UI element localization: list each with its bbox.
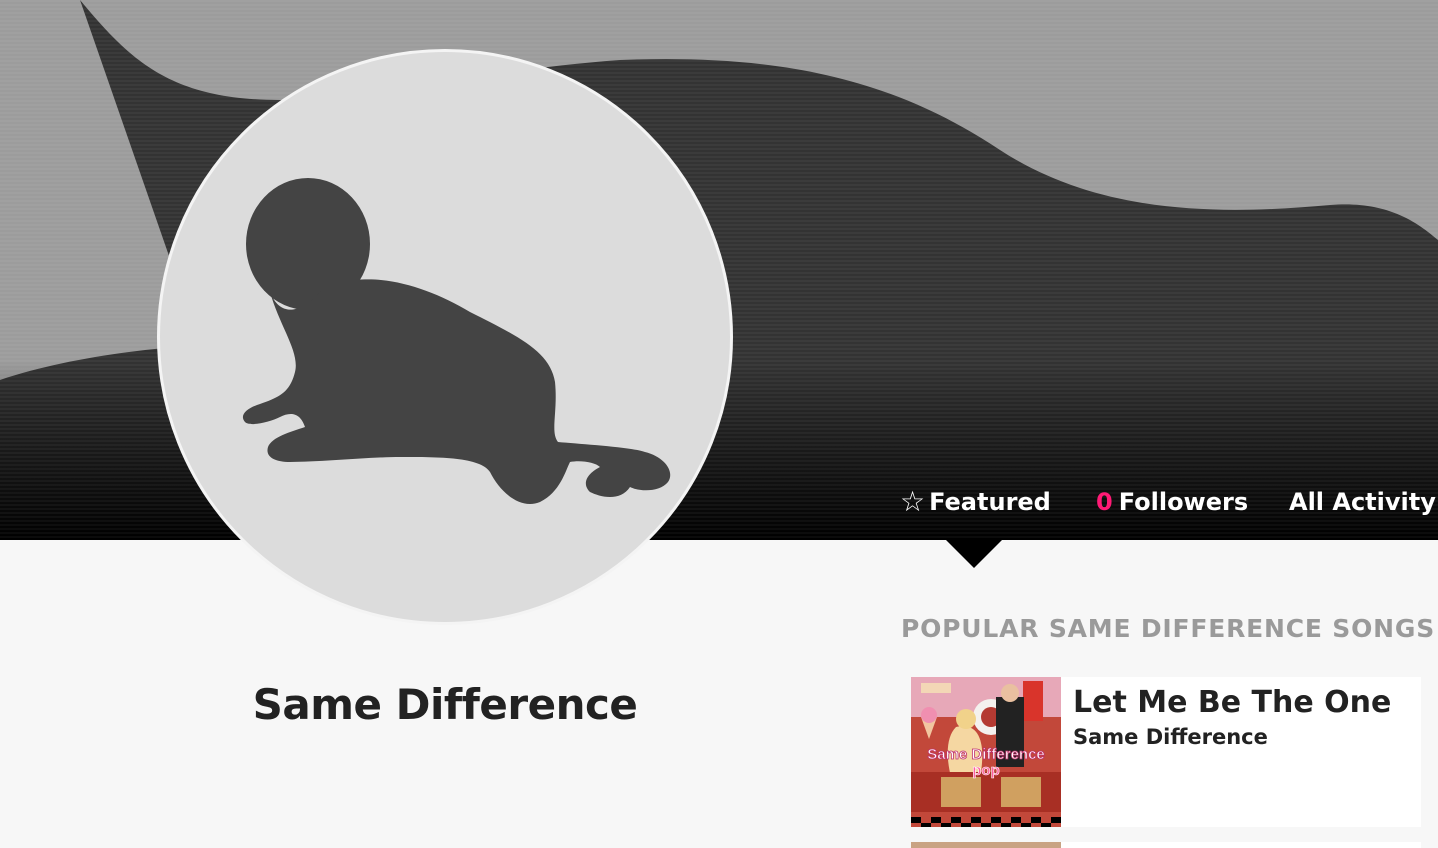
tab-featured[interactable]: ☆ Featured (900, 484, 1051, 520)
baby-silhouette-icon (242, 178, 671, 504)
tab-followers[interactable]: 0 Followers (1096, 484, 1248, 520)
cover-text-top: Same Difference (927, 746, 1045, 763)
tab-followers-label: Followers (1118, 488, 1249, 516)
cover-text-bottom: pop (972, 762, 1000, 779)
tab-activity-label: All Activity (1289, 488, 1436, 516)
artist-avatar (157, 49, 733, 625)
followers-count: 0 (1096, 488, 1113, 516)
album-cover[interactable]: Same Difference pop (911, 677, 1061, 827)
tab-all-activity[interactable]: All Activity (1289, 484, 1436, 520)
song-artist[interactable]: Same Difference (1073, 725, 1268, 749)
song-title[interactable]: Let Me Be The One (1073, 685, 1391, 720)
active-tab-pointer (946, 540, 1002, 568)
song-card-next[interactable] (911, 842, 1421, 848)
popular-songs-heading: POPULAR SAME DIFFERENCE SONGS (901, 614, 1436, 643)
tab-featured-label: Featured (929, 488, 1051, 516)
album-cover-peek (911, 842, 1061, 848)
album-cover-art: Same Difference pop (911, 677, 1061, 827)
artist-name: Same Difference (252, 680, 638, 729)
song-card[interactable]: Same Difference pop Let Me Be The One Sa… (911, 677, 1421, 827)
star-outline-icon: ☆ (900, 485, 926, 518)
